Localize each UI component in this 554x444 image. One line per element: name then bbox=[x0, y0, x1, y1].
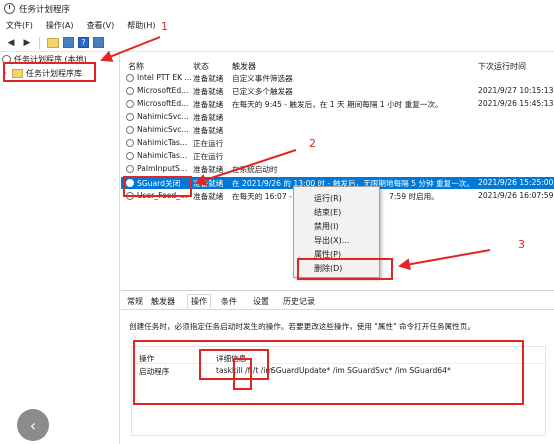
arrow-to-task bbox=[194, 149, 297, 186]
arrow-to-delete bbox=[398, 249, 491, 271]
annotation-arrows bbox=[100, 36, 491, 271]
arrow-to-library bbox=[100, 36, 161, 62]
